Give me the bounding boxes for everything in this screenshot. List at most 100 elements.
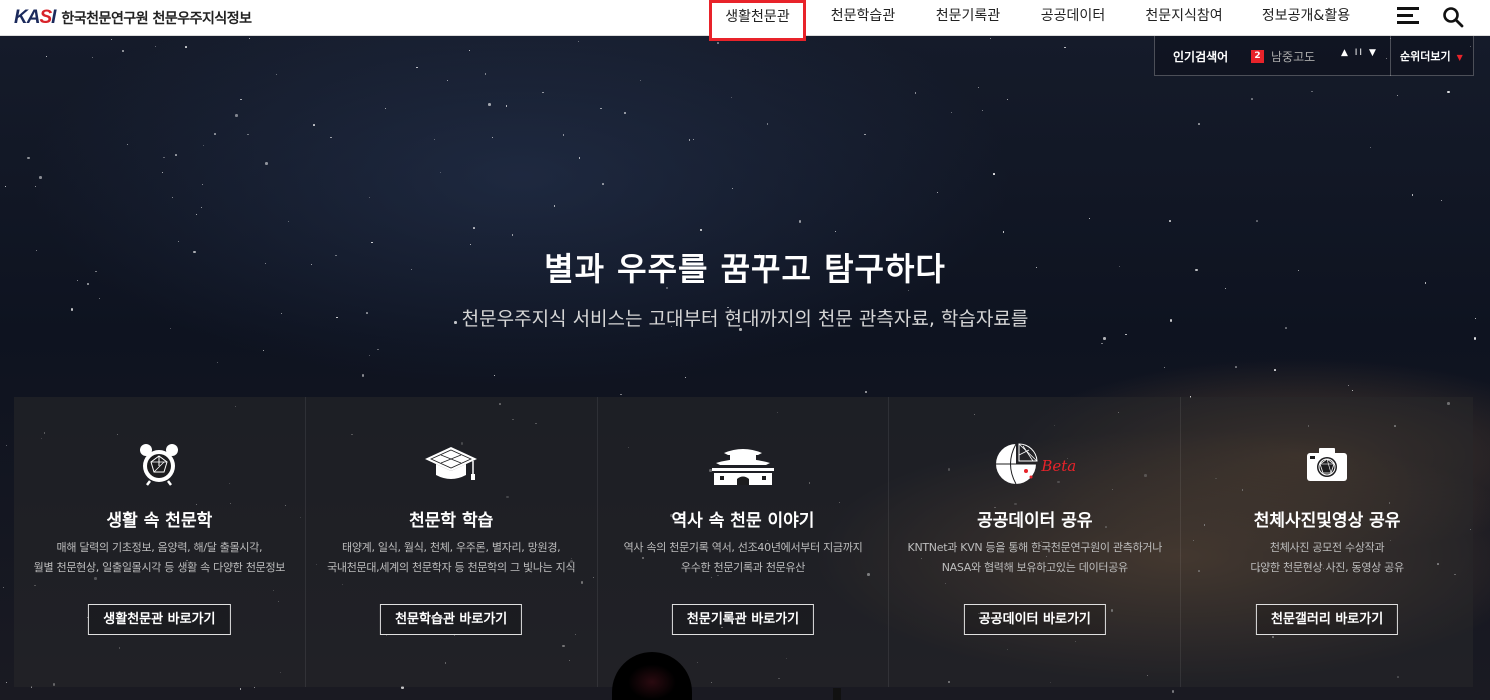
star-dot [416,66,418,69]
search-icon[interactable] [1442,6,1464,28]
graduation-cap-icon [306,441,597,491]
go-daily-astronomy-button[interactable]: 생활천문관 바로가기 [88,604,231,635]
star-dot [5,444,7,447]
star-dot [1447,90,1450,94]
star-dot [717,42,719,44]
star-dot [731,97,733,99]
star-dot [2,586,4,588]
go-astronomy-records-button[interactable]: 천문기록관 바로가기 [671,604,815,635]
card-public-data: Beta 공공데이터 공유 KNTNet과 KVN 등을 통해 한국천문연구원이… [889,397,1182,687]
card-desc-line: 우수한 천문기록과 천문유산 [680,561,806,574]
person-silhouette [833,688,841,700]
card-history-astronomy: 역사 속 천문 이야기 역사 속의 천문기록 역서, 선조40년에서부터 지금까… [598,397,890,687]
go-public-data-button[interactable]: 공공데이터 바로가기 [963,604,1106,635]
card-title: 공공데이터 공유 [977,511,1093,531]
star-dot [202,183,204,185]
star-dot [5,681,8,684]
star-dot [200,207,202,209]
star-dot [361,374,365,377]
ranking-more-button[interactable]: 순위더보기 ▼ [1390,36,1475,76]
star-dot [1473,337,1477,340]
nav-item-daily-astronomy[interactable]: 생활천문관 [709,0,806,41]
star-dot [216,362,218,364]
popular-keywords-panel: 인기검색어 2 남중고도 ▲ II ▼ 순위더보기 ▼ [1154,36,1474,76]
star-dot [1311,90,1313,93]
star-dot [602,183,604,185]
star-dot [993,173,995,175]
nav-item-info-disclosure[interactable]: 정보공개&활용 [1257,0,1355,36]
star-dot [121,49,125,53]
star-dot [978,86,980,88]
palace-gate-icon [598,441,889,491]
star-dot [488,103,491,106]
card-desc-line: 매해 달력의 기초정보, 음양력, 해/달 출몰시각, [56,541,263,554]
star-dot [39,176,42,179]
go-astronomy-learning-button[interactable]: 천문학습관 바로가기 [380,604,523,635]
nav-item-astronomy-records[interactable]: 천문기록관 [929,0,1007,36]
nav-item-public-data[interactable]: 공공데이터 [1034,0,1112,36]
star-dot [468,50,470,52]
star-dot [196,214,198,216]
star-dot [936,192,938,194]
star-dot [27,156,30,160]
go-photo-gallery-button[interactable]: 천문갤러리 바로가기 [1255,604,1399,635]
card-desc-line: 태양계, 일식, 월식, 천체, 우주론, 별자리, 망원경, [342,541,561,554]
star-dot [688,139,691,141]
star-dot [1274,369,1276,371]
star-dot [446,79,449,82]
site-logo[interactable]: KASI 한국천문연구원 천문우주지식정보 [14,6,252,30]
star-dot [473,227,475,229]
star-dot [732,187,734,189]
alarm-clock-icon [14,441,305,491]
card-desc-line: 역사 속의 천문기록 역서, 선조40년에서부터 지금까지 [623,541,863,554]
logo-text: 한국천문연구원 천문우주지식정보 [61,11,252,27]
keyword-rank-badge: 2 [1251,50,1264,63]
star-dot [950,111,953,114]
star-dot [692,138,695,141]
keyword-rolling-controls[interactable]: ▲ II ▼ [1341,48,1378,58]
star-dot [265,162,268,165]
popular-keywords-label: 인기검색어 [1173,50,1229,64]
nav-item-astronomy-learning[interactable]: 천문학습관 [824,0,902,36]
star-dot [1088,217,1091,220]
ranking-more-label: 순위더보기 [1400,50,1451,63]
star-dot [1235,366,1237,368]
star-dot [798,220,802,223]
card-astronomy-learning: 천문학 학습 태양계, 일식, 월식, 천체, 우주론, 별자리, 망원경, 국… [306,397,598,687]
nav-item-knowledge-participation[interactable]: 천문지식참여 [1139,0,1229,36]
star-dot [562,134,565,136]
star-dot [989,38,991,39]
star-dot [171,197,173,199]
chevron-down-icon: ▼ [1456,53,1463,62]
star-dot [620,393,622,396]
star-dot [1064,46,1066,49]
star-dot [1103,337,1106,340]
beta-label: Beta [1041,457,1077,475]
star-dot [240,98,242,101]
star-dot [766,123,769,125]
hamburger-menu-icon[interactable] [1397,7,1419,25]
star-dot [214,133,216,135]
star-dot [163,156,165,159]
star-dot [542,91,544,94]
hero-title: 별과 우주를 꿈꾸고 탐구하다 [544,250,946,288]
star-dot [91,56,93,58]
camera-icon [1181,441,1473,491]
star-dot [377,348,379,351]
star-dot [699,228,703,232]
hero-subtitle: 천문우주지식 서비스는 고대부터 현대까지의 천문 관측자료, 학습자료를 [461,308,1029,330]
star-dot [99,298,101,300]
star-dot [835,230,837,232]
star-dot [1411,194,1414,196]
card-description: 매해 달력의 기초정보, 음양력, 해/달 출몰시각, 월별 천문현상, 일출일… [14,538,305,578]
star-dot [248,37,250,39]
star-dot [110,39,112,41]
star-dot [1256,220,1258,222]
card-desc-line: 천체사진 공모전 수상작과 [1269,541,1385,554]
star-dot [1351,390,1353,392]
popular-keyword-link[interactable]: 남중고도 [1271,48,1315,65]
star-dot [864,390,868,394]
star-dot [1169,220,1171,222]
star-dot [161,171,164,174]
star-dot [34,185,37,188]
